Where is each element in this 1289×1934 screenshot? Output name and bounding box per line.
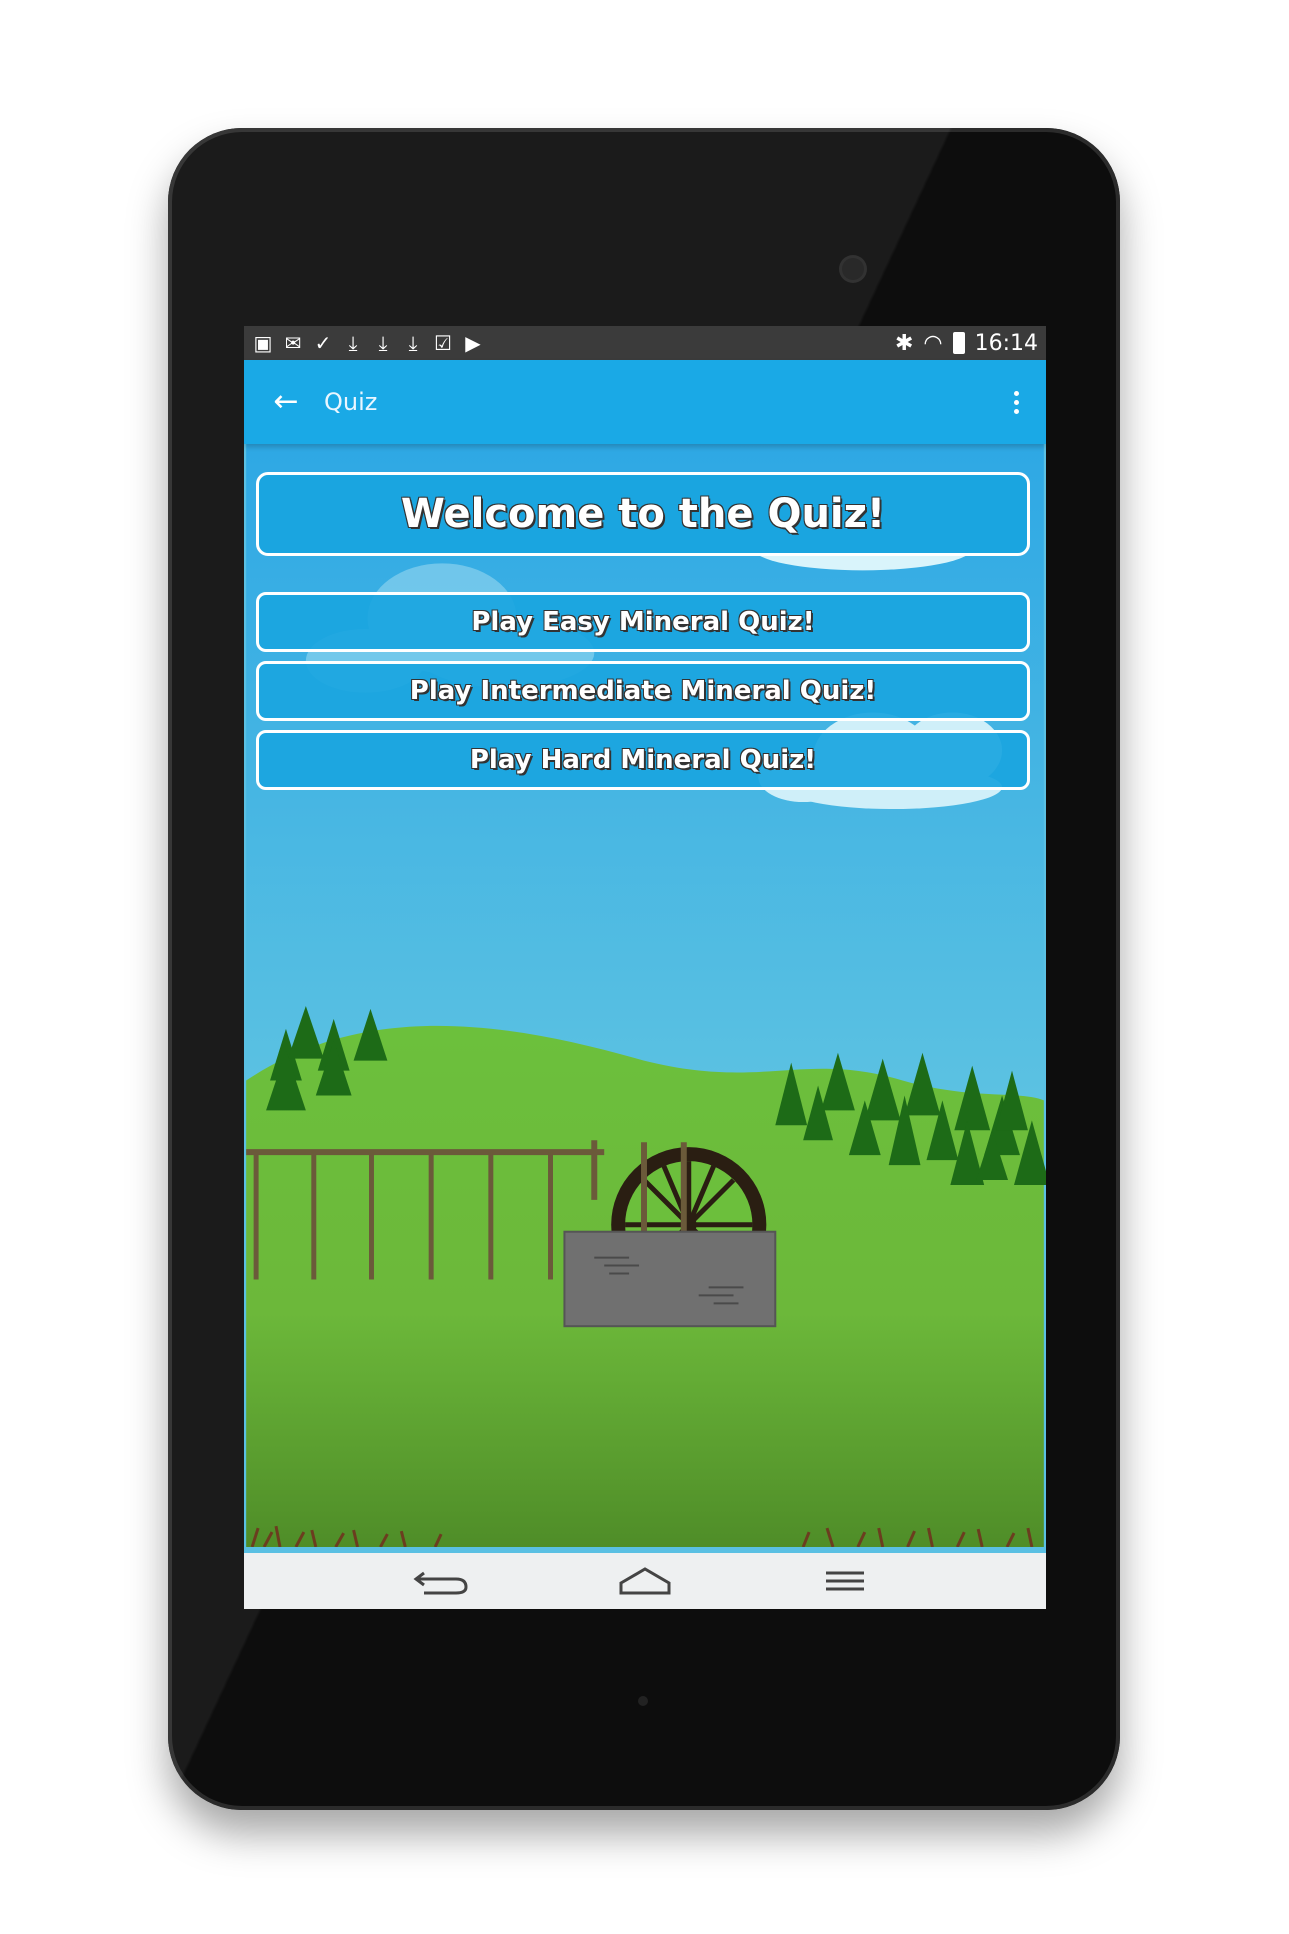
- hard-quiz-button[interactable]: Play Hard Mineral Quiz!: [256, 730, 1030, 790]
- check-icon: ✓: [314, 331, 332, 355]
- download-icon: ⤓: [348, 331, 358, 355]
- download-icon: ⤓: [408, 331, 418, 355]
- easy-quiz-button[interactable]: Play Easy Mineral Quiz!: [256, 592, 1030, 652]
- battery-icon: [952, 332, 965, 354]
- stone-base: [563, 1230, 777, 1328]
- app-bar: ← Quiz: [244, 360, 1046, 444]
- arrow-left-icon[interactable]: ←: [268, 382, 304, 422]
- status-bar: ▣ ✉ ✓ ⤓ ⤓ ⤓ ☑ ▶ ✱ ◠ 16:14: [244, 326, 1046, 360]
- more-vertical-icon[interactable]: [1004, 382, 1028, 422]
- image-icon: ▣: [253, 331, 273, 355]
- system-status: ✱ ◠ 16:14: [895, 326, 1038, 360]
- store-play-icon: ▶: [465, 331, 481, 355]
- intermediate-quiz-button[interactable]: Play Intermediate Mineral Quiz!: [256, 661, 1030, 721]
- nav-back-icon[interactable]: [412, 1561, 472, 1601]
- bluetooth-icon: ✱: [894, 330, 914, 356]
- store-check-icon: ☑: [434, 331, 452, 355]
- download-icon: ⤓: [378, 331, 388, 355]
- front-camera: [842, 258, 864, 280]
- app-title: Quiz: [324, 388, 378, 416]
- welcome-banner: Welcome to the Quiz!: [256, 472, 1030, 556]
- nav-home-icon[interactable]: [615, 1561, 675, 1601]
- navigation-bar: [244, 1553, 1046, 1609]
- notification-icons: ▣ ✉ ✓ ⤓ ⤓ ⤓ ☑ ▶: [252, 330, 484, 356]
- light-sensor: [638, 1696, 648, 1706]
- wifi-icon: ◠: [923, 330, 943, 356]
- device-screen: ▣ ✉ ✓ ⤓ ⤓ ⤓ ☑ ▶ ✱ ◠ 16:14 ← Quiz Welcome…: [244, 326, 1046, 1609]
- clock: 16:14: [974, 330, 1038, 356]
- nav-recents-icon[interactable]: [814, 1561, 874, 1601]
- gmail-icon: ✉: [284, 331, 302, 355]
